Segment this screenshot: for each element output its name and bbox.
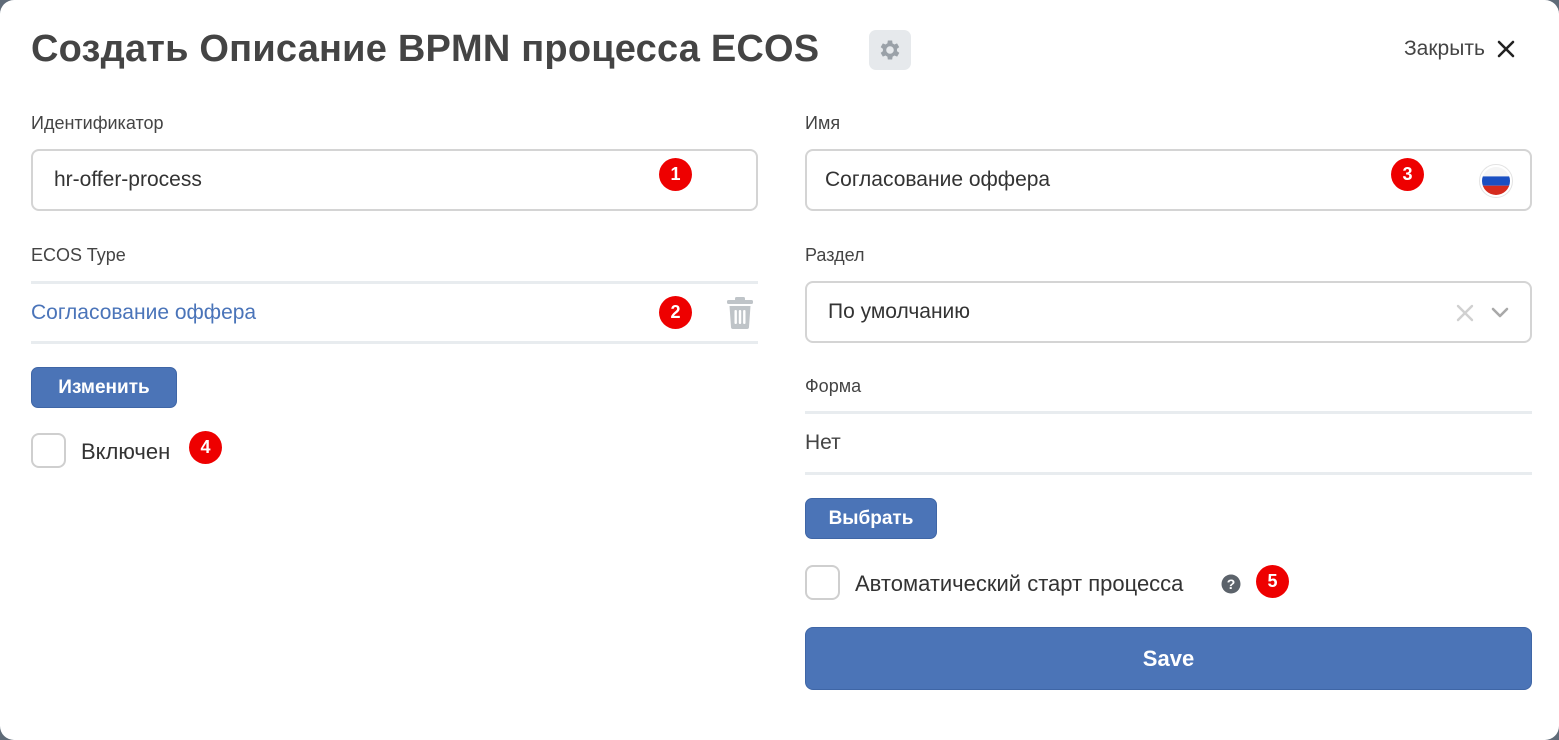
name-value: Согласование оффера (825, 168, 1051, 191)
save-button[interactable]: Save (805, 627, 1532, 690)
name-label: Имя (805, 113, 841, 133)
form-label: Форма (805, 376, 862, 396)
form-field: Нет (805, 411, 1532, 475)
svg-text:?: ? (1227, 576, 1236, 592)
annotation-badge-4: 4 (189, 431, 222, 464)
settings-button[interactable] (869, 30, 911, 70)
ecos-type-link[interactable]: Согласование оффера (31, 301, 256, 325)
section-value: По умолчанию (828, 300, 971, 323)
autostart-label: Автоматический старт процесса (855, 571, 1184, 596)
trash-icon[interactable] (726, 297, 754, 329)
ecos-type-field: Согласование оффера (31, 281, 758, 344)
russian-flag-icon[interactable] (1478, 163, 1514, 199)
annotation-badge-1: 1 (659, 158, 692, 191)
annotation-badge-5: 5 (1256, 565, 1289, 598)
section-select[interactable]: По умолчанию (805, 281, 1532, 343)
ecos-type-label: ECOS Type (31, 245, 126, 265)
autostart-checkbox[interactable] (805, 565, 840, 600)
create-bpmn-dialog: Создать Описание BPMN процесса ECOS Закр… (0, 0, 1559, 740)
select-button[interactable]: Выбрать (805, 498, 937, 539)
change-button[interactable]: Изменить (31, 367, 177, 408)
question-icon[interactable]: ? (1221, 574, 1241, 594)
annotation-badge-3: 3 (1391, 158, 1424, 191)
annotation-badge-2: 2 (659, 296, 692, 329)
close-icon (1497, 40, 1515, 58)
identifier-input[interactable]: hr-offer-process (31, 149, 758, 211)
enabled-checkbox[interactable] (31, 433, 66, 468)
section-label: Раздел (805, 245, 865, 265)
clear-icon[interactable] (1456, 304, 1474, 322)
enabled-label: Включен (81, 439, 171, 464)
close-label: Закрыть (1404, 37, 1485, 60)
form-value: Нет (805, 431, 841, 454)
chevron-down-icon[interactable] (1490, 306, 1510, 320)
identifier-label: Идентификатор (31, 113, 164, 133)
identifier-value: hr-offer-process (54, 168, 202, 191)
gear-icon (880, 40, 900, 60)
close-button[interactable]: Закрыть (1404, 37, 1515, 61)
dialog-title: Создать Описание BPMN процесса ECOS (31, 28, 820, 70)
